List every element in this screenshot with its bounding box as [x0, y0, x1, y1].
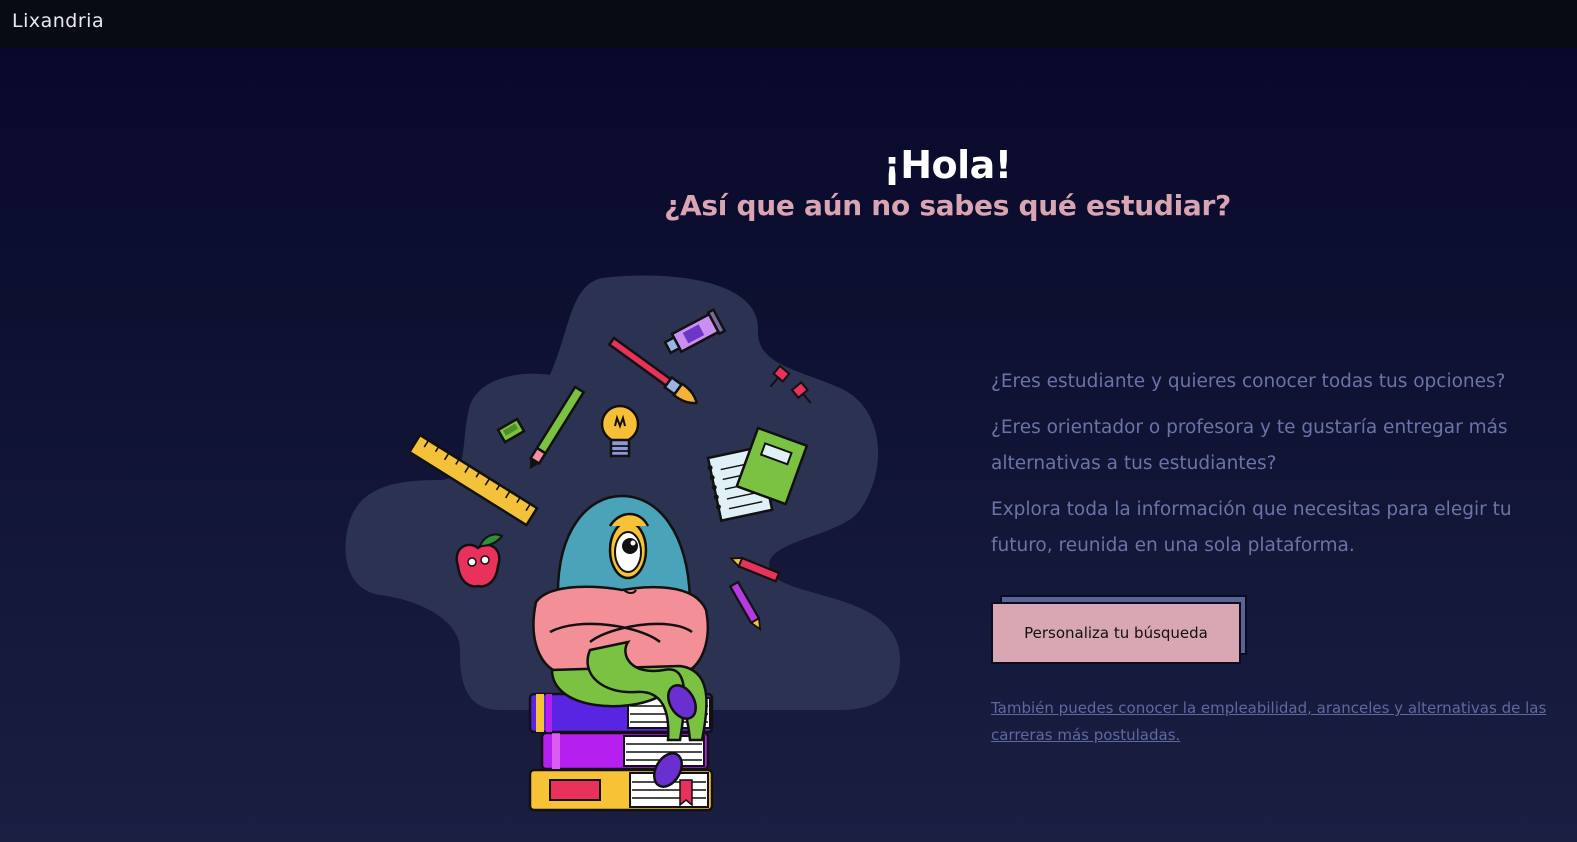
intro-paragraph: ¿Eres orientador o profesora y te gustar…	[991, 417, 1508, 474]
personalize-search-button[interactable]: Personaliza tu búsqueda	[991, 602, 1241, 664]
cta-container: Personaliza tu búsqueda	[991, 595, 1251, 667]
hero-heading: ¡Hola! ¿Así que aún no sabes qué estudia…	[0, 142, 1577, 224]
intro-paragraph: ¿Eres estudiante y quieres conocer todas…	[991, 371, 1506, 392]
hero-subtitle: ¿Así que aún no sabes qué estudiar?	[664, 189, 1231, 222]
top-bar: Lixandria	[0, 0, 1577, 48]
illustration-svg	[345, 275, 900, 812]
intro-paragraph: Explora toda la información que necesita…	[991, 499, 1512, 556]
hero-illustration	[340, 270, 910, 820]
popular-careers-link[interactable]: También puedes conocer la empleabilidad,…	[991, 695, 1556, 749]
intro-copy: ¿Eres estudiante y quieres conocer todas…	[991, 364, 1561, 574]
brand-logo[interactable]: Lixandria	[12, 10, 104, 32]
hero-title: ¡Hola!	[883, 143, 1012, 187]
